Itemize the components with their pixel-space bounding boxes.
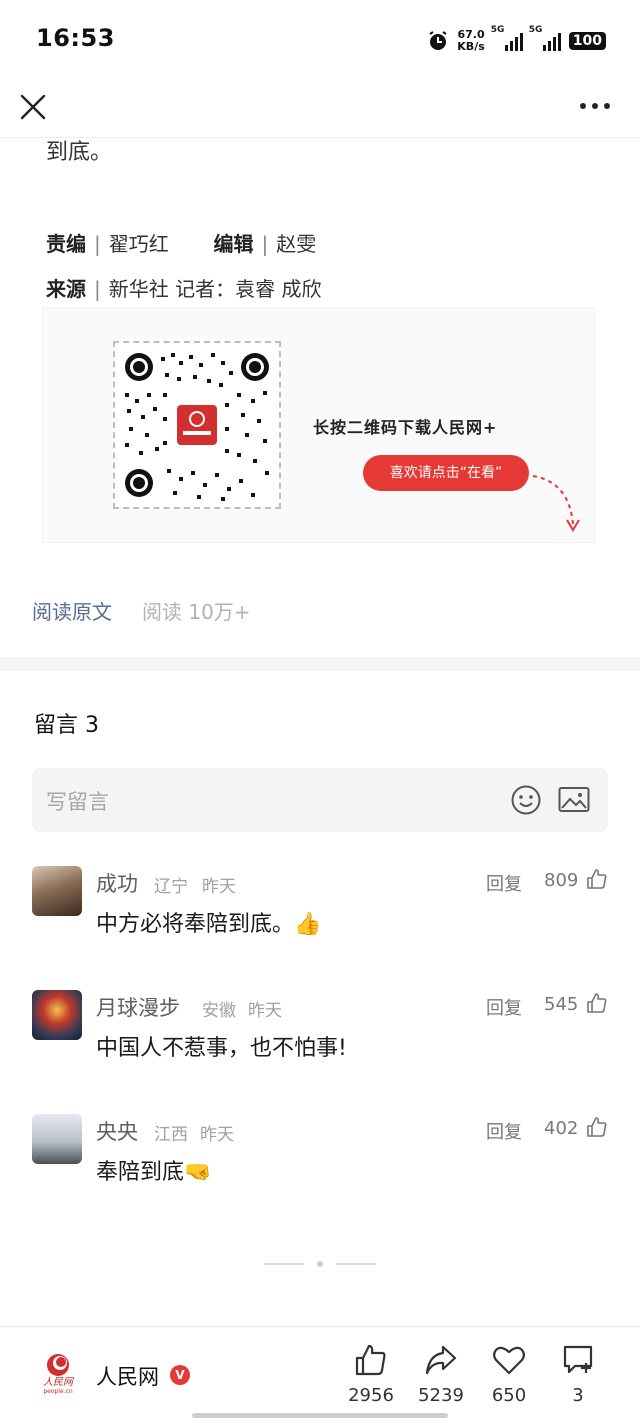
comment-author[interactable]: 月球漫步: [96, 992, 180, 1022]
brand-logo[interactable]: 人民网 people.cn: [38, 1351, 78, 1395]
comment-input[interactable]: 写留言: [32, 768, 608, 832]
comments-title: 留言 3: [34, 713, 99, 738]
signal-icon: 5G: [491, 25, 523, 51]
editor-credit: 责编 | 翟巧红 编辑 | 赵雯: [46, 232, 317, 256]
comment-author[interactable]: 央央: [96, 1116, 138, 1146]
wow-button[interactable]: 650: [474, 1343, 544, 1413]
thumbs-up-icon[interactable]: [586, 868, 608, 890]
more-icon[interactable]: [578, 96, 612, 116]
like-button[interactable]: 2956: [336, 1343, 406, 1413]
close-icon[interactable]: [18, 92, 48, 122]
comment-input-placeholder: 写留言: [46, 790, 109, 814]
bottom-bar: 人民网 people.cn 人民网 V 2956 5239 650 3: [0, 1326, 640, 1422]
share-count: 5239: [418, 1385, 464, 1406]
editor2-name: 赵雯: [276, 232, 317, 256]
comment-text: 中方必将奉陪到底。👍: [96, 912, 322, 937]
qr-promo-card[interactable]: 长按二维码下载人民网+ 喜欢请点击“在看”: [42, 307, 595, 543]
avatar[interactable]: [32, 866, 82, 916]
comment-author[interactable]: 成功: [96, 868, 138, 898]
editor-name: 翟巧红: [108, 232, 169, 256]
heart-icon: [493, 1346, 525, 1375]
avatar[interactable]: [32, 990, 82, 1040]
status-time: 16:53: [36, 24, 115, 52]
comment-text: 中国人不惹事，也不怕事!: [96, 1036, 347, 1061]
comment-count: 3: [572, 1385, 584, 1406]
qr-prompt-text: 长按二维码下载人民网+: [313, 418, 498, 437]
reply-button[interactable]: 回复: [486, 994, 522, 1020]
like-prompt-pill: 喜欢请点击“在看”: [363, 455, 529, 491]
battery-icon: 100: [568, 32, 606, 50]
comment-item: 月球漫步 安徽 昨天 回复 545 中国人不惹事，也不怕事!: [32, 990, 608, 1100]
comment-region: 辽宁: [154, 877, 188, 897]
article-text: 到底。: [46, 140, 113, 165]
arrow-icon: [532, 475, 580, 532]
comment-time: 昨天: [248, 1001, 282, 1021]
read-original-link[interactable]: 阅读原文: [32, 596, 112, 625]
comment-time: 昨天: [202, 877, 236, 897]
home-indicator[interactable]: [192, 1413, 448, 1418]
qr-code[interactable]: [113, 341, 281, 509]
reply-button[interactable]: 回复: [486, 1118, 522, 1144]
image-icon[interactable]: [558, 786, 590, 814]
like-count: 2956: [348, 1385, 394, 1406]
status-icons: 67.0 KB/s 5G 5G 100: [427, 25, 606, 56]
net-speed-unit: KB/s: [457, 40, 485, 53]
avatar[interactable]: [32, 1114, 82, 1164]
comment-text: 奉陪到底🤜: [96, 1160, 212, 1185]
comment-icon: [563, 1345, 593, 1374]
source-credit: 来源 | 新华社 记者：袁睿 成欣: [46, 277, 322, 301]
comment-like-count: 545: [544, 994, 579, 1015]
source-value: 新华社 记者：袁睿 成欣: [108, 277, 322, 301]
status-bar: 16:53 67.0 KB/s 5G 5G 100: [0, 0, 640, 80]
comment-region: 安徽: [202, 1001, 236, 1021]
thumbs-up-icon: [355, 1344, 386, 1376]
thumbs-up-icon[interactable]: [586, 1116, 608, 1138]
source-label: 来源: [46, 277, 86, 301]
share-icon: [425, 1345, 457, 1375]
editor-label: 责编: [46, 232, 86, 256]
comment-item: 央央 江西 昨天 回复 402 奉陪到底🤜: [32, 1114, 608, 1224]
account-name[interactable]: 人民网: [96, 1361, 159, 1391]
signal-2-label: 5G: [528, 25, 543, 35]
comment-time: 昨天: [200, 1125, 234, 1145]
comment-item: 成功 辽宁 昨天 回复 809 中方必将奉陪到底。👍: [32, 866, 608, 976]
alarm-icon: [429, 31, 447, 50]
comment-button[interactable]: 3: [543, 1343, 613, 1413]
qr-code-icon: [125, 353, 269, 501]
comment-like-count: 402: [544, 1118, 579, 1139]
brand-logo-text: 人民网: [43, 1376, 75, 1388]
thumbs-up-icon[interactable]: [586, 992, 608, 1014]
page-indicator: [264, 1261, 376, 1267]
comment-like-count: 809: [544, 870, 579, 891]
reply-button[interactable]: 回复: [486, 870, 522, 896]
share-button[interactable]: 5239: [406, 1343, 476, 1413]
section-divider: [0, 657, 640, 671]
verified-badge: V: [170, 1365, 190, 1385]
signal-1-label: 5G: [490, 25, 505, 35]
comment-region: 江西: [154, 1125, 188, 1145]
brand-logo-sub: people.cn: [43, 1388, 73, 1395]
editor2-label: 编辑: [213, 232, 254, 256]
wow-count: 650: [491, 1385, 527, 1406]
net-speed: 67.0 KB/s: [457, 29, 484, 53]
signal-icon: 5G: [529, 25, 561, 51]
emoji-icon[interactable]: [510, 784, 542, 816]
read-count: 阅读 10万+: [142, 600, 251, 624]
